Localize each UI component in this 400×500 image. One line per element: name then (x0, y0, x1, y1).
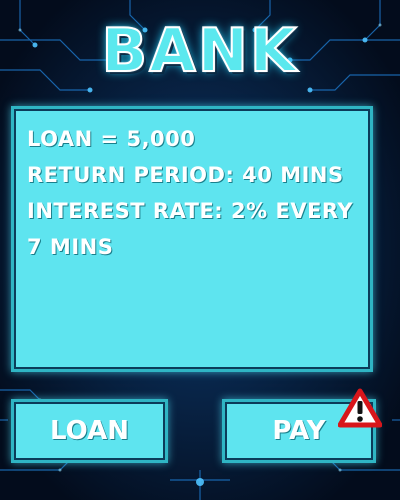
pay-button-label: PAY (272, 416, 326, 446)
interest-rate-text: INTEREST RATE: 2% EVERY 7 MINS (27, 199, 354, 259)
loan-button-label: LOAN (50, 416, 129, 446)
warning-icon (338, 388, 382, 428)
loan-amount-text: LOAN = 5,000 (27, 127, 196, 151)
bank-title: BANK (101, 15, 299, 87)
loan-button[interactable]: LOAN (11, 399, 168, 463)
loan-info-panel: LOAN = 5,000 RETURN PERIOD: 40 MINS INTE… (11, 106, 373, 372)
return-period-text: RETURN PERIOD: 40 MINS (27, 163, 344, 187)
